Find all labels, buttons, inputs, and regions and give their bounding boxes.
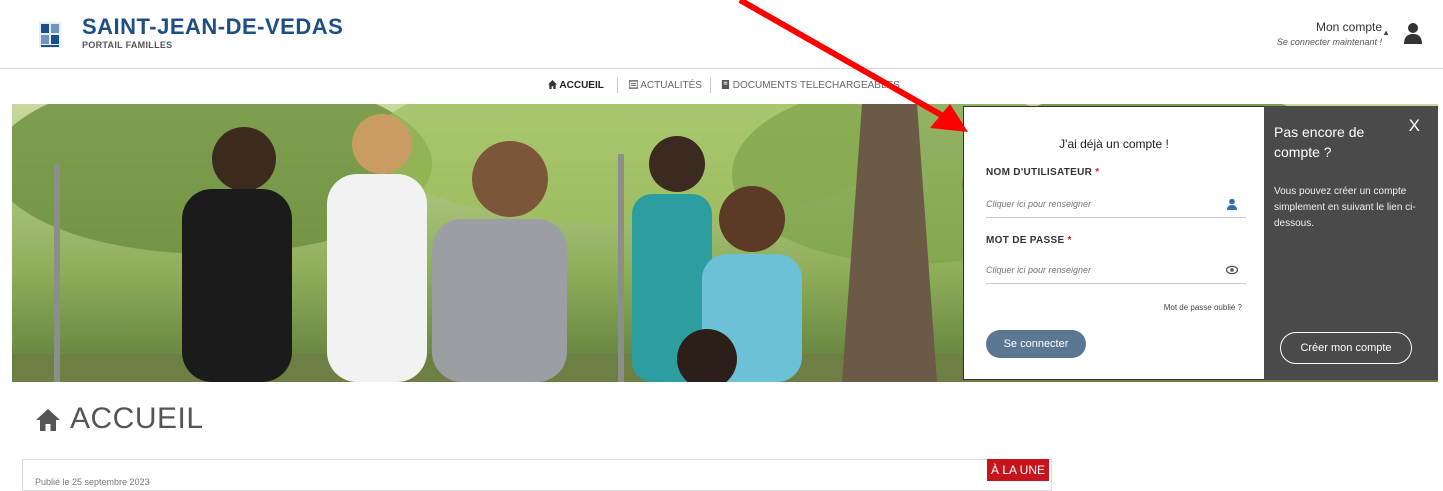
username-input[interactable] (986, 193, 1206, 215)
home-icon (36, 409, 60, 432)
main-nav: ACCUEIL ACTUALITÉS DOCUMENTS TELECHARGEA… (0, 69, 1443, 104)
featured-badge: À LA UNE (987, 459, 1049, 481)
required-mark: * (1067, 235, 1072, 246)
login-title: J'ai déjà un compte ! (1059, 137, 1169, 151)
login-panel: J'ai déjà un compte ! NOM D'UTILISATEUR … (963, 106, 1265, 380)
forgot-password-link[interactable]: Mot de passe oublié ? (1164, 303, 1242, 312)
news-icon (628, 80, 639, 89)
nav-item-documents[interactable]: DOCUMENTS TELECHARGEABLES (721, 80, 900, 91)
nav-item-label: ACCUEIL (559, 80, 604, 91)
site-title[interactable]: SAINT-JEAN-DE-VEDAS (82, 14, 343, 40)
signup-text: Vous pouvez créer un compte simplement e… (1274, 186, 1416, 229)
username-label: NOM D'UTILISATEUR * (986, 167, 1099, 178)
user-icon[interactable] (1404, 22, 1422, 44)
password-label-text: MOT DE PASSE (986, 235, 1065, 246)
site-header: SAINT-JEAN-DE-VEDAS PORTAIL FAMILLES Mon… (0, 0, 1443, 69)
nav-divider (617, 77, 618, 93)
password-field[interactable] (986, 259, 1246, 284)
password-label: MOT DE PASSE * (986, 235, 1072, 246)
nav-item-accueil[interactable]: ACCUEIL (548, 80, 604, 91)
caret-up-icon: ▲ (1382, 28, 1390, 37)
account-subtitle[interactable]: Se connecter maintenant ! (1277, 37, 1382, 47)
login-button[interactable]: Se connecter (986, 330, 1086, 358)
signup-title: Pas encore de compte ? (1274, 124, 1365, 160)
account-title[interactable]: Mon compte (1277, 20, 1382, 34)
create-account-button[interactable]: Créer mon compte (1280, 332, 1412, 364)
nav-item-label: ACTUALITÉS (640, 80, 702, 91)
user-icon (1227, 198, 1237, 210)
document-icon (721, 80, 730, 89)
password-input[interactable] (986, 259, 1206, 281)
account-menu[interactable]: Mon compte ▲ Se connecter maintenant ! (1277, 20, 1390, 47)
required-mark: * (1095, 167, 1100, 178)
eye-icon[interactable] (1226, 264, 1238, 276)
site-subtitle: PORTAIL FAMILLES (82, 40, 173, 50)
news-card[interactable]: Publié le 25 septembre 2023 (22, 459, 1052, 491)
username-label-text: NOM D'UTILISATEUR (986, 167, 1093, 178)
nav-item-label: DOCUMENTS TELECHARGEABLES (732, 80, 900, 91)
page-title: ACCUEIL (36, 402, 204, 436)
nav-divider (710, 77, 711, 93)
close-icon[interactable]: X (1409, 116, 1420, 136)
city-logo-icon[interactable] (39, 22, 61, 48)
nav-item-actualites[interactable]: ACTUALITÉS (628, 80, 702, 91)
home-icon (548, 80, 557, 89)
page-title-text: ACCUEIL (70, 402, 204, 435)
signup-panel: Pas encore de compte ? X Vous pouvez cré… (1264, 106, 1438, 380)
username-field[interactable] (986, 193, 1246, 218)
publish-date: Publié le 25 septembre 2023 (35, 477, 150, 487)
